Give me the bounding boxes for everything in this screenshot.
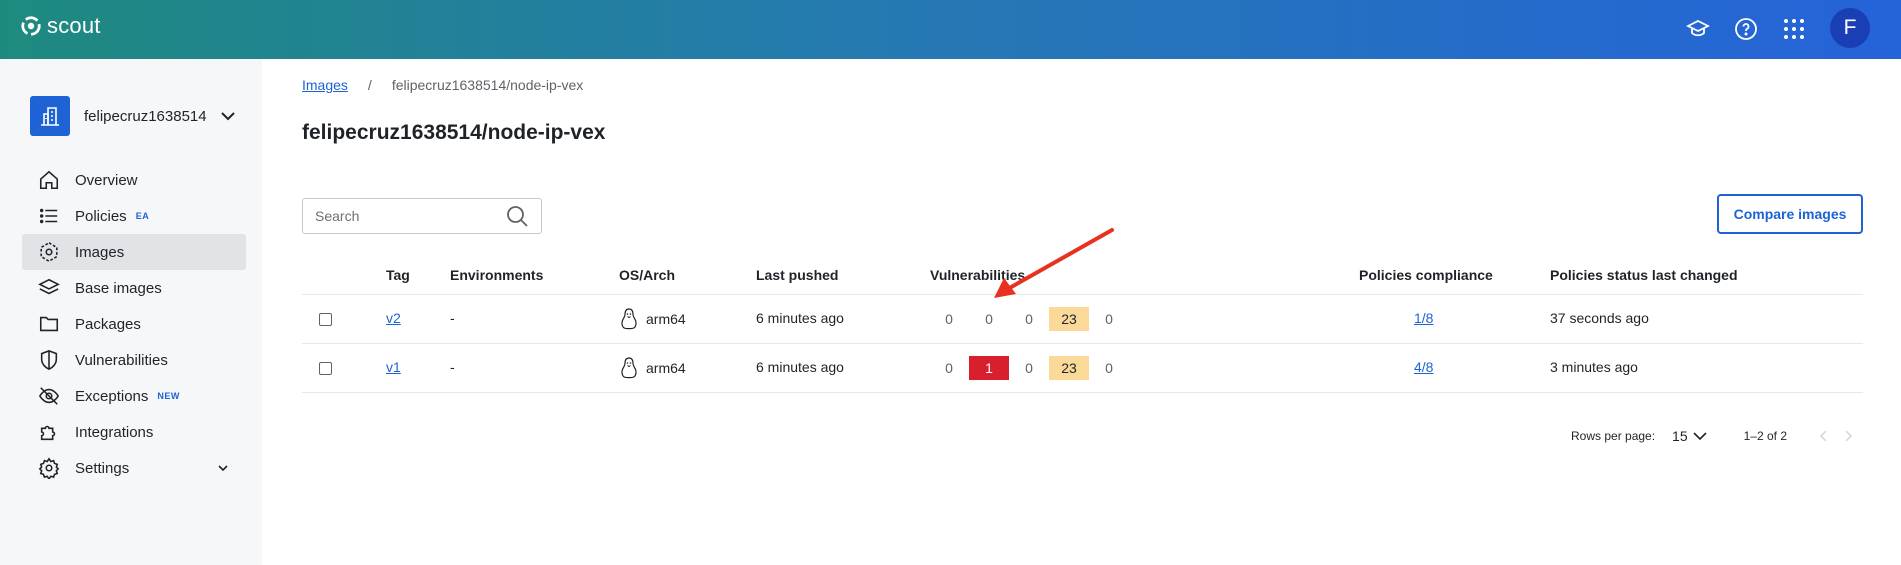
top-bar: scout F [0, 0, 1901, 59]
vuln-high-count[interactable]: 1 [969, 356, 1009, 380]
vuln-unspecified-count[interactable]: 0 [1089, 307, 1129, 331]
images-icon [38, 241, 60, 263]
row-checkbox[interactable] [319, 313, 332, 326]
rows-per-page-label: Rows per page: [1571, 429, 1656, 443]
table-row[interactable]: v1 - arm64 6 minutes ago 0 1 0 23 0 4/8 … [302, 344, 1863, 393]
pagination: Rows per page: 15 1–2 of 2 [1571, 428, 1853, 444]
compliance-link[interactable]: 1/8 [1414, 310, 1433, 326]
scout-logo[interactable]: scout [20, 13, 101, 39]
sidebar-item-label: Exceptions [75, 387, 149, 405]
col-tag[interactable]: Tag [386, 267, 410, 283]
chevron-down-icon [218, 465, 228, 472]
next-page-icon[interactable] [1843, 430, 1853, 442]
status-changed-value: 37 seconds ago [1550, 310, 1649, 326]
puzzle-icon [38, 421, 60, 443]
col-os-arch[interactable]: OS/Arch [619, 267, 675, 283]
search-input[interactable] [315, 208, 495, 224]
sidebar-item-overview[interactable]: Overview [22, 162, 246, 198]
rows-per-page-value: 15 [1672, 428, 1688, 444]
vuln-low-count[interactable]: 23 [1049, 307, 1089, 331]
sidebar-item-exceptions[interactable]: Exceptions NEW [22, 378, 246, 414]
linux-icon [621, 308, 637, 330]
sidebar-item-label: Packages [75, 315, 141, 333]
page-title: felipecruz1638514/node-ip-vex [302, 121, 606, 144]
breadcrumb-images-link[interactable]: Images [302, 77, 348, 93]
vuln-high-count[interactable]: 0 [969, 307, 1009, 331]
pagination-range: 1–2 of 2 [1743, 429, 1787, 443]
search-box[interactable] [302, 198, 542, 234]
sidebar-item-label: Settings [75, 459, 130, 477]
environments-value: - [450, 310, 455, 326]
sidebar-item-label: Policies [75, 207, 127, 225]
tag-link[interactable]: v2 [386, 310, 401, 326]
breadcrumb: Images / felipecruz1638514/node-ip-vex [302, 77, 583, 93]
previous-page-icon[interactable] [1819, 430, 1829, 442]
compare-images-button[interactable]: Compare images [1717, 194, 1863, 234]
last-pushed-value: 6 minutes ago [756, 310, 844, 326]
list-icon [38, 205, 60, 227]
org-building-icon [30, 96, 70, 136]
org-name: felipecruz1638514 [84, 107, 207, 125]
eye-off-icon [38, 385, 60, 407]
sidebar-item-label: Vulnerabilities [75, 351, 168, 369]
status-changed-value: 3 minutes ago [1550, 359, 1638, 375]
row-checkbox[interactable] [319, 362, 332, 375]
os-arch-value: arm64 [646, 311, 686, 327]
search-icon[interactable] [505, 204, 529, 228]
learn-icon[interactable] [1683, 14, 1713, 44]
sidebar-item-settings[interactable]: Settings [22, 450, 246, 486]
sidebar-item-integrations[interactable]: Integrations [22, 414, 246, 450]
chevron-down-icon [1693, 432, 1707, 441]
vuln-low-count[interactable]: 23 [1049, 356, 1089, 380]
sidebar-item-base-images[interactable]: Base images [22, 270, 246, 306]
col-policies-compliance[interactable]: Policies compliance [1359, 267, 1493, 283]
chevron-down-icon [221, 112, 235, 121]
os-arch: arm64 [619, 308, 686, 330]
vuln-medium-count[interactable]: 0 [1009, 356, 1049, 380]
vuln-medium-count[interactable]: 0 [1009, 307, 1049, 331]
sidebar-item-vulnerabilities[interactable]: Vulnerabilities [22, 342, 246, 378]
sidebar-item-label: Base images [75, 279, 162, 297]
org-selector[interactable]: felipecruz1638514 [30, 96, 238, 136]
vuln-unspecified-count[interactable]: 0 [1089, 356, 1129, 380]
annotation-arrow-icon [994, 228, 1114, 298]
sidebar-item-label: Integrations [75, 423, 154, 441]
layers-icon [38, 277, 60, 299]
scout-logo-icon [21, 16, 41, 36]
vuln-critical-count[interactable]: 0 [929, 356, 969, 380]
sidebar-nav: Overview Policies EA Images Base images [22, 162, 246, 486]
sidebar-item-images[interactable]: Images [22, 234, 246, 270]
breadcrumb-separator: / [367, 77, 372, 93]
app-name: scout [47, 13, 101, 38]
shield-icon [38, 349, 60, 371]
linux-icon [621, 357, 637, 379]
sidebar-item-packages[interactable]: Packages [22, 306, 246, 342]
sidebar-item-label: Images [75, 243, 125, 261]
last-pushed-value: 6 minutes ago [756, 359, 844, 375]
rows-per-page-select[interactable]: 15 [1672, 428, 1708, 444]
col-environments[interactable]: Environments [450, 267, 543, 283]
breadcrumb-current: felipecruz1638514/node-ip-vex [391, 77, 584, 93]
compliance-link[interactable]: 4/8 [1414, 359, 1433, 375]
vuln-critical-count[interactable]: 0 [929, 307, 969, 331]
tag-link[interactable]: v1 [386, 359, 401, 375]
gear-icon [38, 457, 60, 479]
ea-badge: EA [135, 211, 150, 221]
folder-icon [38, 313, 60, 335]
user-avatar[interactable]: F [1830, 8, 1870, 48]
col-last-pushed[interactable]: Last pushed [756, 267, 838, 283]
home-icon [38, 169, 60, 191]
apps-grid-icon[interactable] [1779, 14, 1809, 44]
os-arch-value: arm64 [646, 360, 686, 376]
sidebar-item-label: Overview [75, 171, 138, 189]
new-badge: NEW [157, 391, 180, 401]
os-arch: arm64 [619, 357, 686, 379]
help-icon[interactable] [1731, 14, 1761, 44]
environments-value: - [450, 359, 455, 375]
col-policies-status[interactable]: Policies status last changed [1550, 267, 1738, 283]
sidebar-item-policies[interactable]: Policies EA [22, 198, 246, 234]
